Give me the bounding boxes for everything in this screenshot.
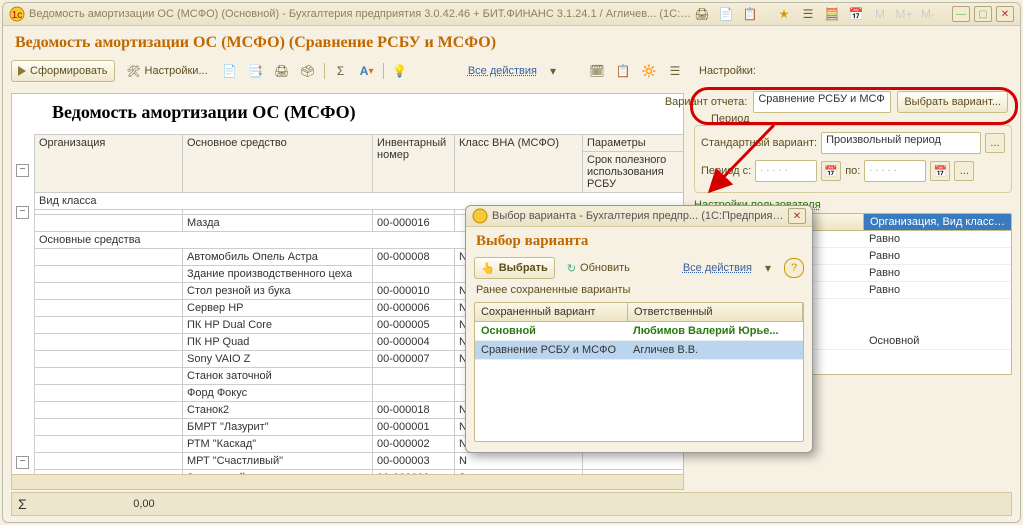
tb-m1[interactable]: M	[870, 4, 890, 24]
period-from-cal-icon[interactable]: 📅	[821, 161, 841, 181]
dialog-all-actions[interactable]: Все действия	[683, 262, 752, 274]
status-bar: Σ 0,00	[11, 492, 1012, 516]
col-life[interactable]: Срок полезного использования РСБУ	[583, 152, 684, 193]
dialog-subtitle: Ранее сохраненные варианты	[466, 282, 812, 298]
toolbar-icon-4[interactable]: 🗳	[298, 61, 318, 81]
dialog-col-owner[interactable]: Ответственный	[628, 303, 803, 321]
dialog-choose-button[interactable]: 👆Выбрать	[474, 257, 555, 279]
settings-button-label: Настройки...	[145, 65, 208, 77]
page-title: Ведомость амортизации ОС (МСФО) (Сравнен…	[3, 26, 1020, 58]
form-button-label: Сформировать	[30, 65, 108, 77]
period-to-value[interactable]: . . . . .	[864, 160, 926, 182]
dialog-all-actions-chevron[interactable]: ▾	[758, 258, 778, 278]
std-variant-value[interactable]: Произвольный период	[821, 132, 981, 154]
toolbar-r-2[interactable]: 📋	[613, 61, 633, 81]
tb-icon-6[interactable]: 📅	[846, 4, 866, 24]
period-group: Период Стандартный вариант: Произвольный…	[694, 125, 1012, 193]
period-to-label: по:	[845, 165, 860, 177]
dialog-help-button[interactable]: ?	[784, 258, 804, 278]
period-to-cal-icon[interactable]: 📅	[930, 161, 950, 181]
all-actions-chevron[interactable]: ▾	[543, 61, 563, 81]
dialog-refresh-label: Обновить	[580, 262, 630, 274]
report-title: Ведомость амортизации ОС (МСФО)	[42, 94, 683, 131]
maximize-button[interactable]: ▢	[974, 6, 992, 22]
dialog-col-variant[interactable]: Сохраненный вариант	[475, 303, 628, 321]
dialog-close-button[interactable]: ✕	[788, 208, 806, 224]
dialog-title: Выбор варианта - Бухгалтерия предпр... (…	[492, 210, 788, 222]
dialog-refresh-button[interactable]: ↻Обновить	[561, 258, 636, 278]
col-class[interactable]: Класс ВНА (МСФО)	[455, 135, 583, 193]
toolbar-tip-icon[interactable]: 💡	[390, 61, 410, 81]
sigma-icon: Σ	[18, 496, 27, 512]
close-button[interactable]: ✕	[996, 6, 1014, 22]
toolbar-icon-1[interactable]: 📄	[220, 61, 240, 81]
tree-collapse-3[interactable]: −	[16, 456, 29, 469]
choose-variant-button[interactable]: Выбрать вариант...	[897, 91, 1008, 113]
tb-icon-2[interactable]: 📄	[716, 4, 736, 24]
form-button[interactable]: Сформировать	[11, 60, 115, 82]
tb-m2[interactable]: M+	[894, 4, 914, 24]
table-row[interactable]: МРТ "Счастливый"00-000003N	[35, 453, 684, 470]
toolbar-font-icon[interactable]: A▾	[357, 61, 377, 81]
toolbar-r-1[interactable]: 🗓	[587, 61, 607, 81]
window-title: Ведомость амортизации ОС (МСФО) (Основно…	[29, 8, 692, 20]
period-from-label: Период с:	[701, 165, 751, 177]
settings-footer-value: Основной	[863, 333, 1011, 349]
period-from-value[interactable]: . . . . .	[755, 160, 817, 182]
choose-variant-label: Выбрать вариант...	[904, 96, 1001, 108]
tree-collapse-2[interactable]: −	[16, 206, 29, 219]
dialog-row[interactable]: Сравнение РСБУ и МСФОАгличев В.В.	[475, 341, 803, 360]
svg-text:1c: 1c	[12, 10, 23, 21]
period-ellipsis[interactable]: ...	[954, 161, 974, 181]
dialog-grid: Сохраненный вариант Ответственный Основн…	[474, 302, 804, 442]
dialog-row[interactable]: ОсновнойЛюбимов Валерий Юрье...	[475, 322, 803, 341]
dialog-app-icon	[472, 208, 488, 224]
std-variant-ellipsis[interactable]: ...	[985, 133, 1005, 153]
minimize-button[interactable]: —	[952, 6, 970, 22]
dialog-choose-label: Выбрать	[499, 262, 548, 274]
variant-dialog: Выбор варианта - Бухгалтерия предпр... (…	[465, 205, 813, 453]
toolbar-icon-3[interactable]: 🖨	[272, 61, 292, 81]
tb-icon-star[interactable]: ★	[774, 4, 794, 24]
col-org[interactable]: Организация	[35, 135, 183, 193]
horizontal-scrollbar[interactable]	[11, 474, 684, 490]
tree-collapse-1[interactable]: −	[16, 164, 29, 177]
toolbar-icon-2[interactable]: 📑	[246, 61, 266, 81]
play-icon	[18, 66, 26, 76]
tb-icon-5[interactable]: 🧮	[822, 4, 842, 24]
tb-icon-4[interactable]: ☰	[798, 4, 818, 24]
app-icon: 1c	[9, 6, 25, 22]
col-inv[interactable]: Инвентарный номер	[373, 135, 455, 193]
col-params[interactable]: Параметры	[583, 135, 684, 152]
titlebar: 1c Ведомость амортизации ОС (МСФО) (Осно…	[3, 3, 1020, 26]
status-sum: 0,00	[35, 498, 155, 510]
variant-label: Вариант отчета:	[665, 96, 748, 108]
toolbar-r-3[interactable]: 🔆	[639, 61, 659, 81]
toolbar: Сформировать 🛠Настройки... 📄 📑 🖨 🗳 Σ A▾ …	[3, 58, 1020, 84]
tb-m3[interactable]: M-	[918, 4, 938, 24]
tb-icon-3[interactable]: 📋	[740, 4, 760, 24]
toolbar-r-4[interactable]: ☰	[665, 61, 685, 81]
tree-gutter: − − −	[12, 134, 35, 483]
variant-value[interactable]: Сравнение РСБУ и МСФ	[753, 91, 891, 113]
settings-col-value[interactable]: Организация, Вид класса, Основное с	[864, 214, 1011, 230]
settings-button[interactable]: 🛠Настройки...	[121, 61, 214, 81]
toolbar-sum-icon[interactable]: Σ	[331, 61, 351, 81]
settings-label: Настройки:	[699, 65, 756, 77]
col-asset[interactable]: Основное средство	[183, 135, 373, 193]
all-actions-link[interactable]: Все действия	[468, 65, 537, 77]
std-variant-label: Стандартный вариант:	[701, 137, 817, 149]
dialog-header: Выбор варианта	[466, 227, 812, 254]
tb-icon-1[interactable]: 🖨	[692, 4, 712, 24]
period-group-title: Период	[707, 113, 754, 125]
